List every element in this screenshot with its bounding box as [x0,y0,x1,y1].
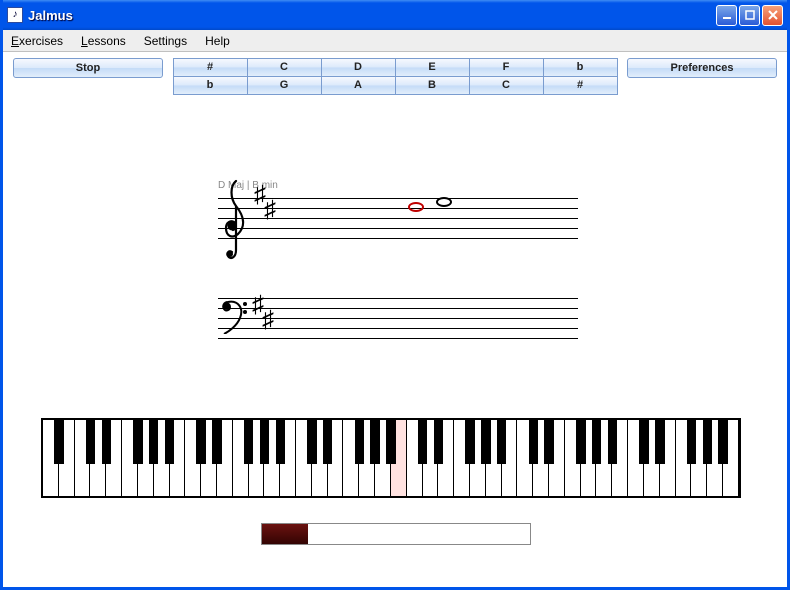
black-key-6[interactable] [149,420,158,464]
app-icon: ♪ [7,7,23,23]
black-key-26[interactable] [465,420,474,464]
note-1 [436,197,452,207]
black-key-19[interactable] [355,420,364,464]
progress-fill [262,524,308,544]
note-button-F-r0[interactable]: F [469,58,544,77]
note-button-C-r1[interactable]: C [469,76,544,95]
black-key-23[interactable] [418,420,427,464]
piano-keyboard[interactable] [41,418,741,498]
menu-help[interactable]: Help [201,32,234,50]
black-key-35[interactable] [608,420,617,464]
black-key-13[interactable] [260,420,269,464]
black-key-41[interactable] [703,420,712,464]
note-button-E-r0[interactable]: E [395,58,470,77]
menu-lessons[interactable]: Lessons [77,32,130,50]
titlebar[interactable]: ♪ Jalmus [3,0,787,30]
black-key-2[interactable] [86,420,95,464]
note-button-D-r0[interactable]: D [321,58,396,77]
black-key-10[interactable] [212,420,221,464]
main-window: ♪ Jalmus Exercises Lessons Settings Help St… [0,0,790,590]
treble-clef-icon [216,176,254,267]
black-key-14[interactable] [276,420,285,464]
note-button-G-r1[interactable]: G [247,76,322,95]
black-key-24[interactable] [434,420,443,464]
black-key-12[interactable] [244,420,253,464]
note-button-flat-r0[interactable]: b [543,58,618,77]
black-key-37[interactable] [639,420,648,464]
window-title: Jalmus [28,8,716,23]
black-key-20[interactable] [370,420,379,464]
note-button-C-r0[interactable]: C [247,58,322,77]
note-button-A-r1[interactable]: A [321,76,396,95]
toolbar: Stop #CDEFbbGABC# Preferences [3,52,787,98]
menu-exercises[interactable]: Exercises [7,32,67,50]
window-buttons [716,5,783,26]
black-key-38[interactable] [655,420,664,464]
progress-bar [261,523,531,545]
black-key-17[interactable] [323,420,332,464]
menu-settings[interactable]: Settings [140,32,191,50]
stop-button[interactable]: Stop [13,58,163,78]
black-key-0[interactable] [54,420,63,464]
black-key-30[interactable] [529,420,538,464]
black-key-7[interactable] [165,420,174,464]
black-key-40[interactable] [687,420,696,464]
note-grid: #CDEFbbGABC# [173,58,617,94]
black-key-28[interactable] [497,420,506,464]
note-button-sharp-r0[interactable]: # [173,58,248,77]
black-key-16[interactable] [307,420,316,464]
note-button-B-r1[interactable]: B [395,76,470,95]
black-key-31[interactable] [544,420,553,464]
maximize-button[interactable] [739,5,760,26]
preferences-button[interactable]: Preferences [627,58,777,78]
black-key-33[interactable] [576,420,585,464]
minimize-button[interactable] [716,5,737,26]
black-key-42[interactable] [718,420,727,464]
treble-staff: ♯ ♯ [218,198,578,258]
note-button-sharp-r1[interactable]: # [543,76,618,95]
bass-clef-icon [220,294,252,337]
black-key-27[interactable] [481,420,490,464]
note-button-flat-r1[interactable]: b [173,76,248,95]
note-0-current [408,202,424,212]
score-area: D Maj | B min ♯ ♯ [3,98,787,587]
menubar: Exercises Lessons Settings Help [3,30,787,52]
bass-staff: ♯ ♯ [218,298,578,358]
black-key-9[interactable] [196,420,205,464]
black-key-3[interactable] [102,420,111,464]
black-key-5[interactable] [133,420,142,464]
black-key-21[interactable] [386,420,395,464]
close-button[interactable] [762,5,783,26]
black-key-34[interactable] [592,420,601,464]
